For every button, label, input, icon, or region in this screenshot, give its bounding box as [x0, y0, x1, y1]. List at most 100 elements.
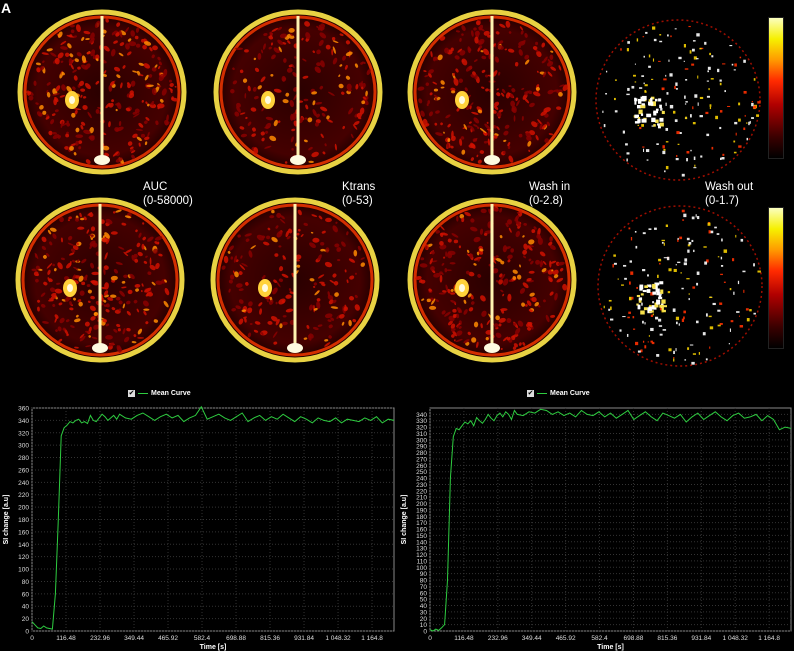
brain-map-wash-in-bottom [402, 194, 582, 371]
map-label-wash-in: Wash in (0-2.8) [529, 181, 571, 207]
y-tick-label: 50 [420, 597, 428, 604]
x-tick-label: 465.92 [158, 635, 178, 642]
x-tick-label: 0 [428, 635, 432, 642]
x-tick-label: 0 [30, 635, 34, 642]
y-tick-label: 180 [18, 517, 29, 524]
y-tick-label: 80 [22, 579, 30, 586]
y-tick-label: 0 [423, 629, 427, 636]
colorbar-top [768, 17, 784, 159]
map-label-wash-out: Wash out (0-1.7) [705, 181, 754, 207]
y-tick-label: 160 [416, 527, 427, 534]
y-tick-label: 120 [416, 552, 427, 559]
y-tick-label: 0 [25, 629, 29, 636]
brain-map-ktrans-top [208, 6, 388, 183]
x-tick-label: 815.36 [260, 635, 280, 642]
y-tick-label: 290 [416, 444, 427, 451]
brain-map-wash-out-top [588, 14, 768, 191]
y-tick-label: 230 [416, 482, 427, 489]
brain-tissue [596, 204, 764, 368]
brain-tissue [594, 18, 762, 182]
y-tick-label: 210 [416, 495, 427, 502]
x-tick-label: 232.96 [90, 635, 110, 642]
y-tick-label: 250 [416, 469, 427, 476]
map-label-ktrans: Ktrans (0-53) [342, 181, 376, 207]
x-tick-label: 582.4 [194, 635, 211, 642]
x-tick-label: 815.36 [657, 635, 677, 642]
y-tick-label: 160 [18, 529, 29, 536]
x-tick-label: 698.88 [624, 635, 644, 642]
y-tick-label: 140 [416, 539, 427, 546]
brain-map-wash-in-top [402, 6, 582, 183]
legend-checkbox-icon[interactable]: ✔ [527, 390, 534, 397]
x-tick-label: 349.44 [124, 635, 144, 642]
y-tick-label: 240 [18, 480, 29, 487]
x-tick-label: 698.88 [226, 635, 246, 642]
y-tick-label: 70 [420, 584, 428, 591]
x-tick-label: 1 164.8 [758, 635, 780, 642]
x-tick-label: 582.4 [591, 635, 608, 642]
y-tick-label: 320 [416, 425, 427, 432]
x-tick-label: 465.92 [556, 635, 576, 642]
y-tick-label: 20 [22, 616, 30, 623]
legend-left: ✔ Mean Curve [128, 390, 191, 397]
y-tick-label: 80 [420, 578, 428, 585]
y-tick-label: 90 [420, 571, 428, 578]
legend-label: Mean Curve [550, 390, 590, 397]
x-tick-label: 116.48 [56, 635, 76, 642]
y-tick-label: 360 [18, 406, 29, 413]
y-tick-label: 280 [18, 455, 29, 462]
y-tick-label: 120 [18, 554, 29, 561]
x-tick-label: 931.84 [691, 635, 711, 642]
panel-letter: A [1, 0, 12, 16]
y-tick-label: 40 [22, 604, 30, 611]
y-tick-label: 320 [18, 430, 29, 437]
y-tick-label: 20 [420, 616, 428, 623]
y-tick-label: 330 [416, 418, 427, 425]
y-tick-label: 260 [18, 467, 29, 474]
y-tick-label: 300 [18, 443, 29, 450]
x-tick-label: 1 048.32 [723, 635, 749, 642]
x-tick-label: 931.84 [294, 635, 314, 642]
brain-map-ktrans-bottom [205, 194, 385, 371]
x-tick-label: 349.44 [522, 635, 542, 642]
map-label-auc: AUC (0-58000) [143, 181, 193, 207]
y-tick-label: 140 [18, 542, 29, 549]
legend-label: Mean Curve [151, 390, 191, 397]
y-tick-label: 60 [22, 591, 30, 598]
legend-swatch [138, 392, 148, 395]
brain-map-auc-top [12, 6, 192, 183]
y-tick-label: 180 [416, 514, 427, 521]
y-tick-label: 110 [417, 558, 428, 565]
y-axis-label: SI change [a.u] [3, 495, 10, 545]
mean-curve-chart-right: 0 10 20 30 40 50 60 70 80 90 100 110 120 130 140 150 160… [398, 398, 794, 651]
y-tick-label: 100 [18, 567, 29, 574]
legend-checkbox-icon[interactable]: ✔ [128, 390, 135, 397]
y-tick-label: 340 [416, 412, 427, 419]
y-tick-label: 130 [416, 546, 427, 553]
y-tick-label: 40 [420, 603, 428, 610]
y-tick-label: 100 [416, 565, 427, 572]
y-tick-label: 170 [416, 520, 427, 527]
y-tick-label: 30 [420, 609, 428, 616]
legend-swatch [537, 392, 547, 395]
y-tick-label: 150 [416, 533, 427, 540]
y-tick-label: 200 [416, 501, 427, 508]
brain-map-wash-out-bottom [590, 200, 770, 377]
y-tick-label: 260 [416, 463, 427, 470]
y-tick-label: 220 [18, 492, 29, 499]
y-tick-label: 200 [18, 505, 29, 512]
brain-map-auc-bottom [10, 194, 190, 371]
y-tick-label: 270 [416, 456, 427, 463]
x-axis-label: Time [s] [597, 644, 624, 651]
y-tick-label: 280 [416, 450, 427, 457]
x-tick-label: 1 164.8 [361, 635, 383, 642]
x-tick-label: 116.48 [454, 635, 474, 642]
mean-curve-chart-left: 0 20 40 60 80 100 120 140 160 180 200 220 240 260 280 3… [0, 398, 397, 651]
legend-right: ✔ Mean Curve [527, 390, 590, 397]
y-tick-label: 240 [416, 476, 427, 483]
x-tick-label: 1 048.32 [325, 635, 351, 642]
y-axis-label: SI change [a.u] [401, 495, 408, 545]
y-tick-label: 220 [416, 488, 427, 495]
y-tick-label: 10 [420, 622, 428, 629]
y-tick-label: 310 [416, 431, 427, 438]
